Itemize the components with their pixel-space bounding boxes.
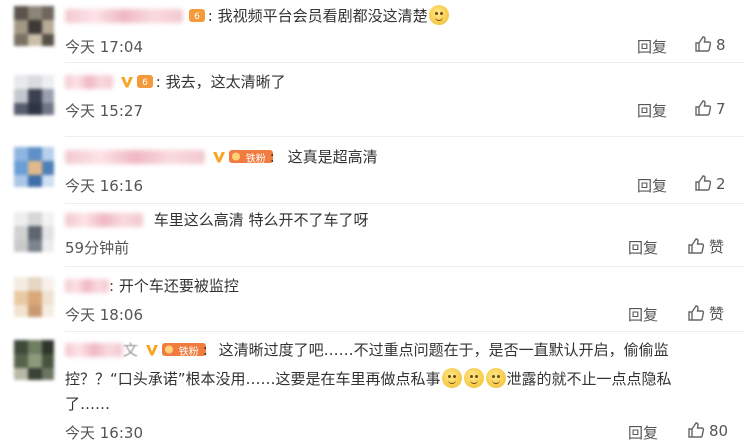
reply-button[interactable]: 回复 [628, 422, 658, 443]
reply-button[interactable]: 回复 [628, 304, 658, 325]
thumbs-up-icon [688, 305, 705, 321]
timestamp: 今天 16:30 [65, 424, 143, 442]
smile-emoji-icon [428, 5, 449, 25]
reply-button[interactable]: 回复 [637, 175, 667, 196]
reply-button[interactable]: 回复 [637, 36, 667, 57]
user-level-icon: 6 [188, 9, 205, 22]
username[interactable] [65, 279, 109, 293]
comment-text-line4: 了…… [65, 395, 111, 413]
avatar[interactable] [14, 6, 54, 46]
avatar[interactable] [14, 75, 54, 115]
thumbs-up-icon [695, 100, 712, 116]
comment-2: 6: 我去，这太清晰了 今天 15:27 回复 7 [0, 63, 744, 136]
user-level-icon: 6 [136, 75, 153, 88]
comment-text: 我视频平台会员看剧都没这清楚 [217, 7, 428, 25]
timestamp: 今天 16:16 [65, 177, 143, 195]
vip-v-icon [212, 152, 225, 163]
timestamp: 今天 17:04 [65, 38, 143, 56]
like-count: 8 [716, 36, 726, 54]
comment-text-line3: 泄露的就不止一点点隐私 [506, 370, 672, 388]
thumbs-up-icon [695, 175, 712, 191]
avatar[interactable] [14, 147, 54, 187]
svg-text:6: 6 [194, 12, 200, 22]
like-count: 80 [709, 422, 729, 440]
like-button[interactable]: 7 [694, 99, 726, 118]
username-suffix[interactable]: 文 [123, 341, 138, 359]
vip-v-icon [120, 77, 133, 88]
avatar[interactable] [14, 277, 54, 317]
avatar[interactable] [14, 340, 54, 380]
comment-text: 车里这么高清 特么开不了车了呀 [153, 211, 369, 229]
comment-text: 我去，这太清晰了 [165, 73, 286, 91]
fan-badge-label: 铁粉 [245, 154, 266, 165]
comment-text: 开个车还要被监控 [118, 277, 239, 295]
username[interactable] [65, 343, 123, 357]
comment-5: : 开个车还要被监控 今天 18:06 回复 赞 [0, 267, 744, 331]
like-button[interactable]: 赞 [687, 236, 724, 257]
timestamp: 今天 18:06 [65, 306, 143, 324]
comment-4: 车里这么高清 特么开不了车了呀 59分钟前 回复 赞 [0, 204, 744, 266]
like-button[interactable]: 2 [694, 174, 726, 193]
reply-button[interactable]: 回复 [628, 237, 658, 258]
thumbs-up-icon [688, 238, 705, 254]
like-count: 2 [716, 175, 726, 193]
avatar[interactable] [14, 212, 54, 252]
comment-3: 铁粉: 这真是超高清 今天 16:16 回复 2 [0, 137, 744, 203]
comment-text-line2: 控？？“口头承诺”根本没用……这要是在车里再做点私事 [65, 370, 441, 388]
comment-6: 文 铁粉: 这清晰过度了吧……不过重点问题在于，是否一直默认开启，偷偷监 控？？… [0, 332, 744, 442]
username[interactable] [65, 9, 183, 23]
like-button[interactable]: 赞 [687, 303, 724, 324]
comment-1: 6: 我视频平台会员看剧都没这清楚 今天 17:04 回复 8 [0, 0, 744, 62]
thumbs-up-icon [688, 422, 705, 438]
reply-button[interactable]: 回复 [637, 100, 667, 121]
like-button[interactable]: 8 [694, 35, 726, 54]
username[interactable] [65, 150, 205, 164]
smile-emoji-icon [485, 368, 506, 388]
comment-text: 这真是超高清 [287, 148, 378, 166]
comment-text-line1: 这清晰过度了吧……不过重点问题在于，是否一直默认开启，偷偷监 [218, 341, 669, 359]
timestamp: 59分钟前 [65, 239, 130, 257]
thumbs-up-icon [695, 36, 712, 52]
like-label: 赞 [709, 305, 725, 323]
like-label: 赞 [709, 238, 725, 256]
smile-emoji-icon [463, 368, 484, 388]
fan-badge-label: 铁粉 [178, 347, 199, 358]
username[interactable] [65, 75, 113, 89]
vip-v-icon [145, 345, 158, 356]
svg-text:6: 6 [142, 78, 148, 88]
like-count: 7 [716, 100, 726, 118]
timestamp: 今天 15:27 [65, 102, 143, 120]
smile-emoji-icon [441, 368, 462, 388]
username[interactable] [65, 213, 143, 227]
